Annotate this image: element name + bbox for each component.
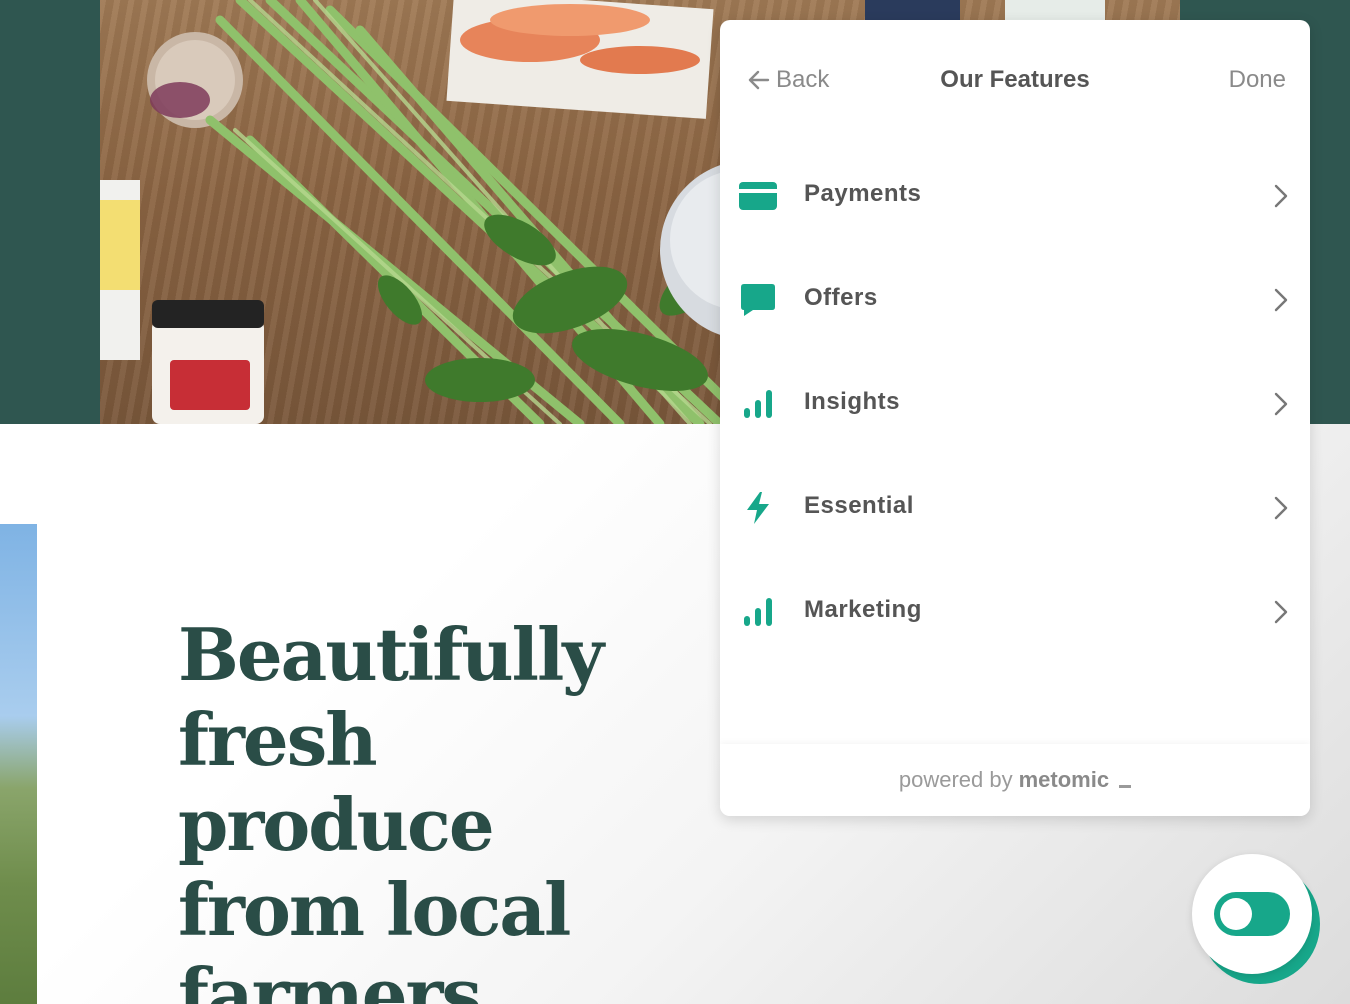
features-panel: Back Our Features Done Payments Offers I…: [720, 20, 1310, 816]
feature-item-essential[interactable]: Essential: [720, 456, 1310, 560]
feature-item-payments[interactable]: Payments: [720, 144, 1310, 248]
toggle-switch[interactable]: [1214, 892, 1290, 936]
powered-by-text: powered by: [898, 767, 1013, 792]
chevron-right-icon: [1274, 288, 1288, 312]
done-button[interactable]: Done: [1229, 66, 1286, 94]
feature-label: Insights: [804, 388, 901, 415]
feature-item-marketing[interactable]: Marketing: [720, 560, 1310, 664]
chevron-right-icon: [1274, 600, 1288, 624]
chat-bubble-icon: [738, 280, 778, 320]
page-headline: Beautifully fresh produce from local far…: [178, 612, 604, 1004]
feature-label: Marketing: [804, 596, 922, 623]
brand-logo[interactable]: metomic: [1019, 767, 1109, 793]
brand-logo-mark: [1119, 784, 1132, 788]
feature-item-insights[interactable]: Insights: [720, 352, 1310, 456]
headline-line: farmers.: [178, 952, 505, 1004]
chevron-right-icon: [1274, 392, 1288, 416]
headline-line: from local: [178, 867, 571, 952]
headline-line: produce: [178, 782, 495, 867]
feature-label: Offers: [804, 284, 878, 311]
lightning-bolt-icon: [738, 488, 778, 528]
headline-line: Beautifully: [178, 612, 604, 697]
credit-card-icon: [738, 176, 778, 216]
feature-label: Essential: [804, 492, 914, 519]
arrow-left-icon: [748, 70, 770, 90]
feature-label: Payments: [804, 180, 922, 207]
toggle-knob: [1220, 898, 1252, 930]
back-button[interactable]: Back: [748, 66, 829, 94]
feature-item-offers[interactable]: Offers: [720, 248, 1310, 352]
chevron-right-icon: [1274, 496, 1288, 520]
back-button-label: Back: [776, 66, 830, 93]
chevron-right-icon: [1274, 184, 1288, 208]
bar-chart-icon: [738, 592, 778, 632]
bar-chart-icon: [738, 384, 778, 424]
field-photo: [0, 524, 37, 1004]
headline-line: fresh: [178, 697, 378, 782]
consent-toggle-button[interactable]: [1192, 854, 1312, 974]
panel-header: Back Our Features Done: [720, 58, 1310, 108]
feature-list: Payments Offers Insights Essential Marke…: [720, 144, 1310, 664]
panel-footer: powered by metomic: [720, 744, 1310, 816]
